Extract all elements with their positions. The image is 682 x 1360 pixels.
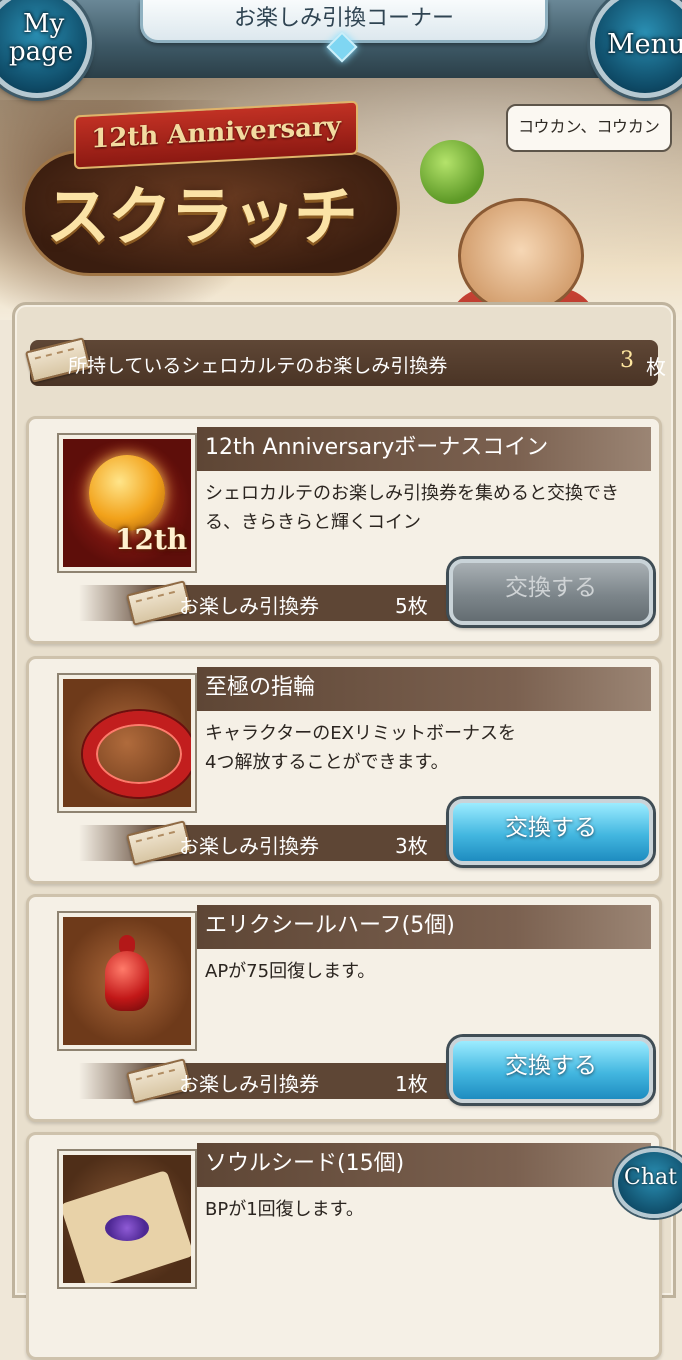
item-description-line2: 4つ解放することができます。 xyxy=(205,752,449,773)
item-thumbnail xyxy=(57,673,197,813)
parrot-icon xyxy=(420,140,484,204)
cost-count: 3枚 xyxy=(395,834,428,858)
potion-icon xyxy=(105,951,149,1011)
cost-label: お楽しみ引換券 xyxy=(179,594,319,618)
cost-count: 5枚 xyxy=(395,594,428,618)
item-name: エリクシールハーフ(5個) xyxy=(197,905,651,949)
bonus-coin-icon xyxy=(89,455,165,531)
item-description: シェロカルテのお楽しみ引換券を集めると交換できる、きらきらと輝くコイン xyxy=(205,483,619,533)
item-cost-bar: お楽しみ引換券 3枚 xyxy=(79,820,469,866)
item-name: ソウルシード(15個) xyxy=(197,1143,651,1187)
owned-tickets-unit: 枚 xyxy=(646,355,666,379)
owned-tickets-label: 所持しているシェロカルテのお楽しみ引換券 xyxy=(68,355,448,377)
coin-label: 12th xyxy=(115,523,188,556)
exchange-button[interactable]: 交換する xyxy=(449,1037,653,1103)
item-description: キャラクターのEXリミットボーナスを 4つ解放することができます。 xyxy=(205,719,645,777)
owned-tickets-bar: 所持しているシェロカルテのお楽しみ引換券 3 枚 xyxy=(25,337,666,386)
cost-count: 1枚 xyxy=(395,1072,428,1096)
item-description: APが75回復します。 xyxy=(205,961,376,982)
menu-label: Menu xyxy=(607,29,682,60)
item-cost-bar: お楽しみ引換券 5枚 xyxy=(79,580,469,626)
speech-bubble: コウカン、コウカン xyxy=(506,104,672,152)
item-thumbnail: 12th xyxy=(57,433,197,573)
item-thumbnail xyxy=(57,911,197,1051)
item-cost-bar: お楽しみ引換券 1枚 xyxy=(79,1058,469,1104)
mypage-label-line2: page xyxy=(9,37,74,67)
ring-icon xyxy=(83,711,191,797)
owned-tickets-count: 3 xyxy=(620,348,634,373)
exchange-item-card: 12th 12th Anniversaryボーナスコイン シェロカルテのお楽しみ… xyxy=(26,416,662,644)
scratch-logo: スクラッチ xyxy=(46,181,358,255)
exchange-item-card: ソウルシード(15個) BPが1回復します。 xyxy=(26,1132,662,1360)
item-description-line1: キャラクターのEXリミットボーナスを xyxy=(205,723,516,744)
item-thumbnail xyxy=(57,1149,197,1289)
cost-label: お楽しみ引換券 xyxy=(179,834,319,858)
soul-seed-icon xyxy=(105,1215,149,1241)
siero-character-head xyxy=(458,198,584,314)
exchange-item-card: 至極の指輪 キャラクターのEXリミットボーナスを 4つ解放することができます。 … xyxy=(26,656,662,884)
item-description: BPが1回復します。 xyxy=(205,1199,364,1220)
item-name: 至極の指輪 xyxy=(197,667,651,711)
cost-label: お楽しみ引換券 xyxy=(179,1072,319,1096)
item-name: 12th Anniversaryボーナスコイン xyxy=(197,427,651,471)
mypage-label-line1: My xyxy=(23,9,65,39)
top-bar: お楽しみ引換コーナー My page Menu xyxy=(0,0,682,98)
exchange-button[interactable]: 交換する xyxy=(449,559,653,625)
exchange-item-card: エリクシールハーフ(5個) APが75回復します。 お楽しみ引換券 1枚 交換す… xyxy=(26,894,662,1122)
exchange-button[interactable]: 交換する xyxy=(449,799,653,865)
